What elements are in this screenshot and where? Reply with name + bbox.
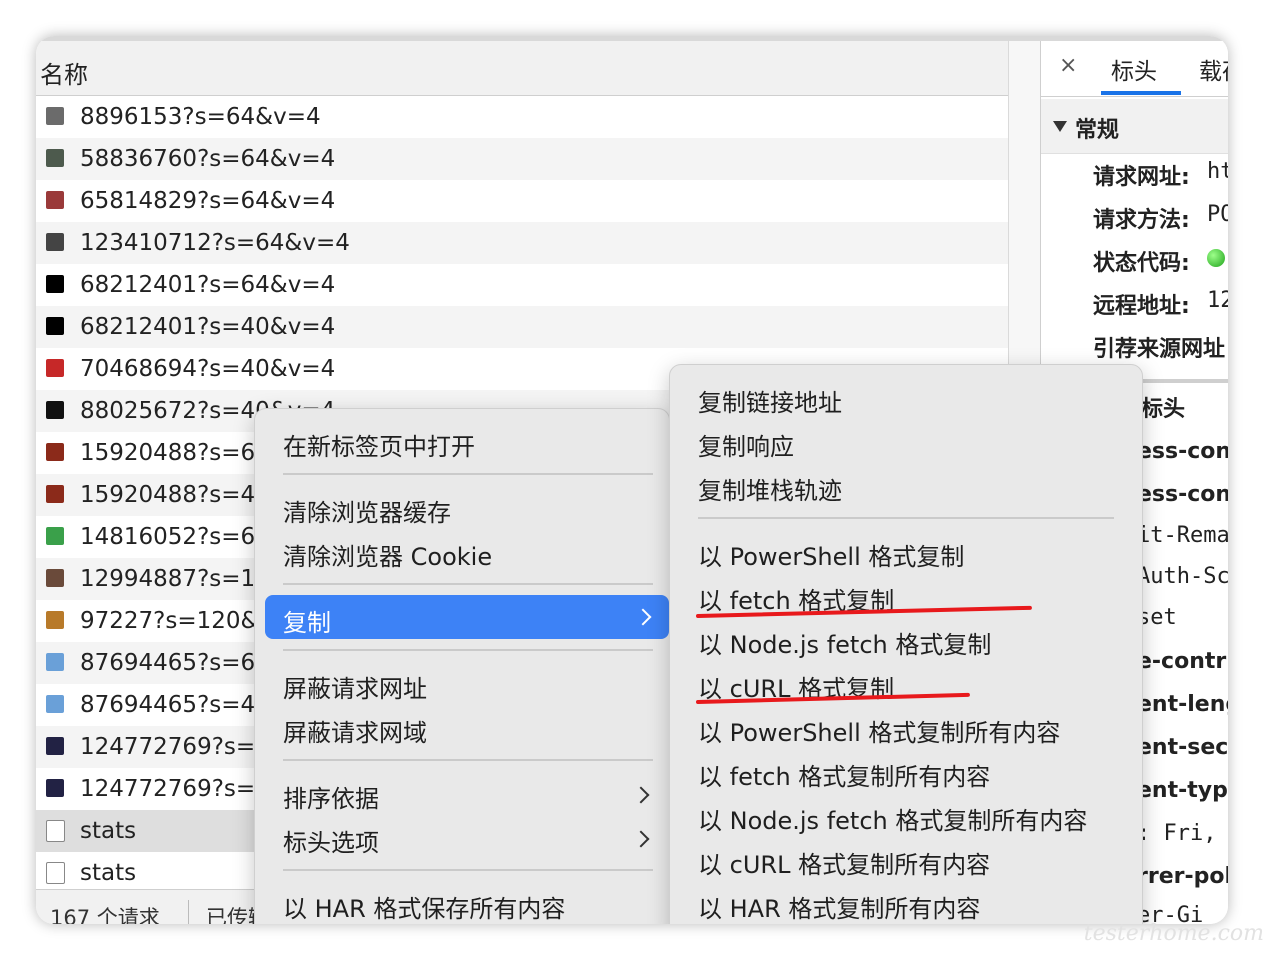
header-name: ent-typ: [1137, 778, 1228, 803]
request-row[interactable]: 65814829?s=64&v=4: [36, 180, 1008, 222]
request-name: 65814829?s=64&v=4: [80, 188, 336, 214]
request-name: 8896153?s=64&v=4: [80, 104, 321, 130]
menu-item-clear-cache[interactable]: 清除浏览器缓存: [283, 493, 451, 528]
menu-item-copy-all-fetch[interactable]: 以 fetch 格式复制所有内容: [698, 757, 990, 792]
remote-address-value: 12: [1207, 288, 1228, 313]
menu-separator: [283, 759, 653, 761]
tab-payload[interactable]: 载荷: [1199, 52, 1228, 86]
request-row[interactable]: 123410712?s=64&v=4: [36, 222, 1008, 264]
chevron-right-icon: [634, 608, 652, 626]
menu-separator: [283, 473, 653, 475]
menu-item-copy-link[interactable]: 复制链接地址: [698, 383, 842, 418]
request-row[interactable]: 8896153?s=64&v=4: [36, 96, 1008, 138]
menu-item-sort-by[interactable]: 排序依据: [283, 779, 379, 814]
header-name: Auth-Sc: [1137, 564, 1228, 589]
avatar-icon: [46, 233, 64, 251]
copy-submenu: 复制链接地址 复制响应 复制堆栈轨迹 以 PowerShell 格式复制 以 f…: [669, 364, 1143, 924]
menu-item-clear-cookies[interactable]: 清除浏览器 Cookie: [283, 537, 492, 572]
referrer-label: 引荐来源网址: [1093, 337, 1226, 362]
close-icon[interactable]: ×: [1059, 53, 1077, 78]
header-value: : Fri,: [1137, 821, 1217, 846]
menu-item-copy[interactable]: 复制: [265, 595, 669, 639]
general-section-title: 常规: [1075, 118, 1120, 143]
avatar-icon: [46, 569, 64, 587]
devtools-window: 名称 8896153?s=64&v=4 58836760?s=64&v=4 65…: [36, 36, 1228, 924]
request-name: 70468694?s=40&v=4: [80, 356, 336, 382]
avatar-icon: [46, 275, 64, 293]
avatar-icon: [46, 779, 64, 797]
avatar-icon: [46, 485, 64, 503]
avatar-icon: [46, 653, 64, 671]
request-url-label: 请求网址:: [1093, 165, 1190, 190]
request-name: 68212401?s=40&v=4: [80, 314, 336, 340]
header-name: ess-cont: [1137, 439, 1228, 464]
request-row[interactable]: 58836760?s=64&v=4: [36, 138, 1008, 180]
menu-item-copy-label: 复制: [283, 609, 331, 637]
request-name: 123410712?s=64&v=4: [80, 230, 350, 256]
document-icon: [46, 862, 65, 884]
menu-item-block-domain[interactable]: 屏蔽请求网域: [283, 713, 427, 748]
header-name: ess-cont: [1137, 482, 1228, 507]
context-menu: 在新标签页中打开 清除浏览器缓存 清除浏览器 Cookie 复制 屏蔽请求网址 …: [254, 408, 670, 924]
menu-item-copy-all-powershell[interactable]: 以 PowerShell 格式复制所有内容: [698, 713, 1060, 748]
menu-item-copy-response[interactable]: 复制响应: [698, 427, 794, 462]
menu-item-header-options[interactable]: 标头选项: [283, 823, 379, 858]
request-name: 68212401?s=64&v=4: [80, 272, 336, 298]
menu-separator: [283, 869, 653, 871]
menu-item-open-new-tab[interactable]: 在新标签页中打开: [283, 427, 475, 462]
response-headers-title[interactable]: 标头: [1141, 391, 1185, 423]
remote-address-label: 远程地址:: [1093, 294, 1190, 319]
general-section-header[interactable]: 常规: [1041, 99, 1228, 154]
avatar-icon: [46, 527, 64, 545]
watermark: testerhome.com: [1083, 921, 1264, 946]
avatar-icon: [46, 149, 64, 167]
status-divider: [188, 900, 189, 924]
menu-item-block-url[interactable]: 屏蔽请求网址: [283, 669, 427, 704]
menu-item-copy-stack-trace[interactable]: 复制堆栈轨迹: [698, 471, 842, 506]
menu-item-save-har[interactable]: 以 HAR 格式保存所有内容: [283, 889, 565, 924]
status-code-label: 状态代码:: [1093, 251, 1190, 276]
request-method-label: 请求方法:: [1093, 208, 1190, 233]
document-icon: [46, 820, 65, 842]
avatar-icon: [46, 191, 64, 209]
request-count: 167 个请求: [50, 906, 160, 924]
request-url-value: ht: [1207, 159, 1228, 184]
chevron-right-icon: [632, 786, 650, 804]
menu-item-copy-all-nodejs-fetch[interactable]: 以 Node.js fetch 格式复制所有内容: [698, 801, 1087, 836]
header-name: ent-sec: [1137, 735, 1228, 760]
avatar-icon: [46, 695, 64, 713]
header-name: it-Rema: [1137, 523, 1228, 548]
avatar-icon: [46, 317, 64, 335]
request-method-value: PO: [1207, 202, 1228, 227]
avatar-icon: [46, 443, 64, 461]
avatar-icon: [46, 401, 64, 419]
status-ok-icon: [1207, 249, 1225, 267]
menu-separator: [283, 583, 653, 585]
avatar-icon: [46, 359, 64, 377]
name-column-label: 名称: [40, 61, 88, 89]
request-row[interactable]: 68212401?s=40&v=4: [36, 306, 1008, 348]
request-name: stats: [80, 818, 137, 844]
request-name: 58836760?s=64&v=4: [80, 146, 336, 172]
chevron-right-icon: [632, 830, 650, 848]
triangle-down-icon: [1053, 121, 1067, 132]
menu-item-copy-nodejs-fetch[interactable]: 以 Node.js fetch 格式复制: [698, 625, 991, 660]
active-tab-indicator: [1101, 91, 1181, 95]
menu-separator: [283, 649, 653, 651]
menu-item-copy-all-har[interactable]: 以 HAR 格式复制所有内容: [698, 889, 980, 924]
header-name: e-contr: [1137, 649, 1227, 674]
name-column-header[interactable]: 名称: [36, 41, 1008, 96]
tab-headers[interactable]: 标头: [1111, 52, 1157, 86]
avatar-icon: [46, 611, 64, 629]
avatar-icon: [46, 107, 64, 125]
request-row[interactable]: 68212401?s=64&v=4: [36, 264, 1008, 306]
header-name: ent-leng: [1137, 692, 1228, 717]
request-name: stats: [80, 860, 137, 886]
menu-item-copy-powershell[interactable]: 以 PowerShell 格式复制: [698, 537, 964, 572]
avatar-icon: [46, 737, 64, 755]
details-tabbar: × 标头 载荷: [1041, 41, 1228, 97]
menu-item-copy-all-curl[interactable]: 以 cURL 格式复制所有内容: [698, 845, 990, 880]
header-name: rrer-poli: [1137, 864, 1228, 889]
menu-separator: [698, 517, 1114, 519]
